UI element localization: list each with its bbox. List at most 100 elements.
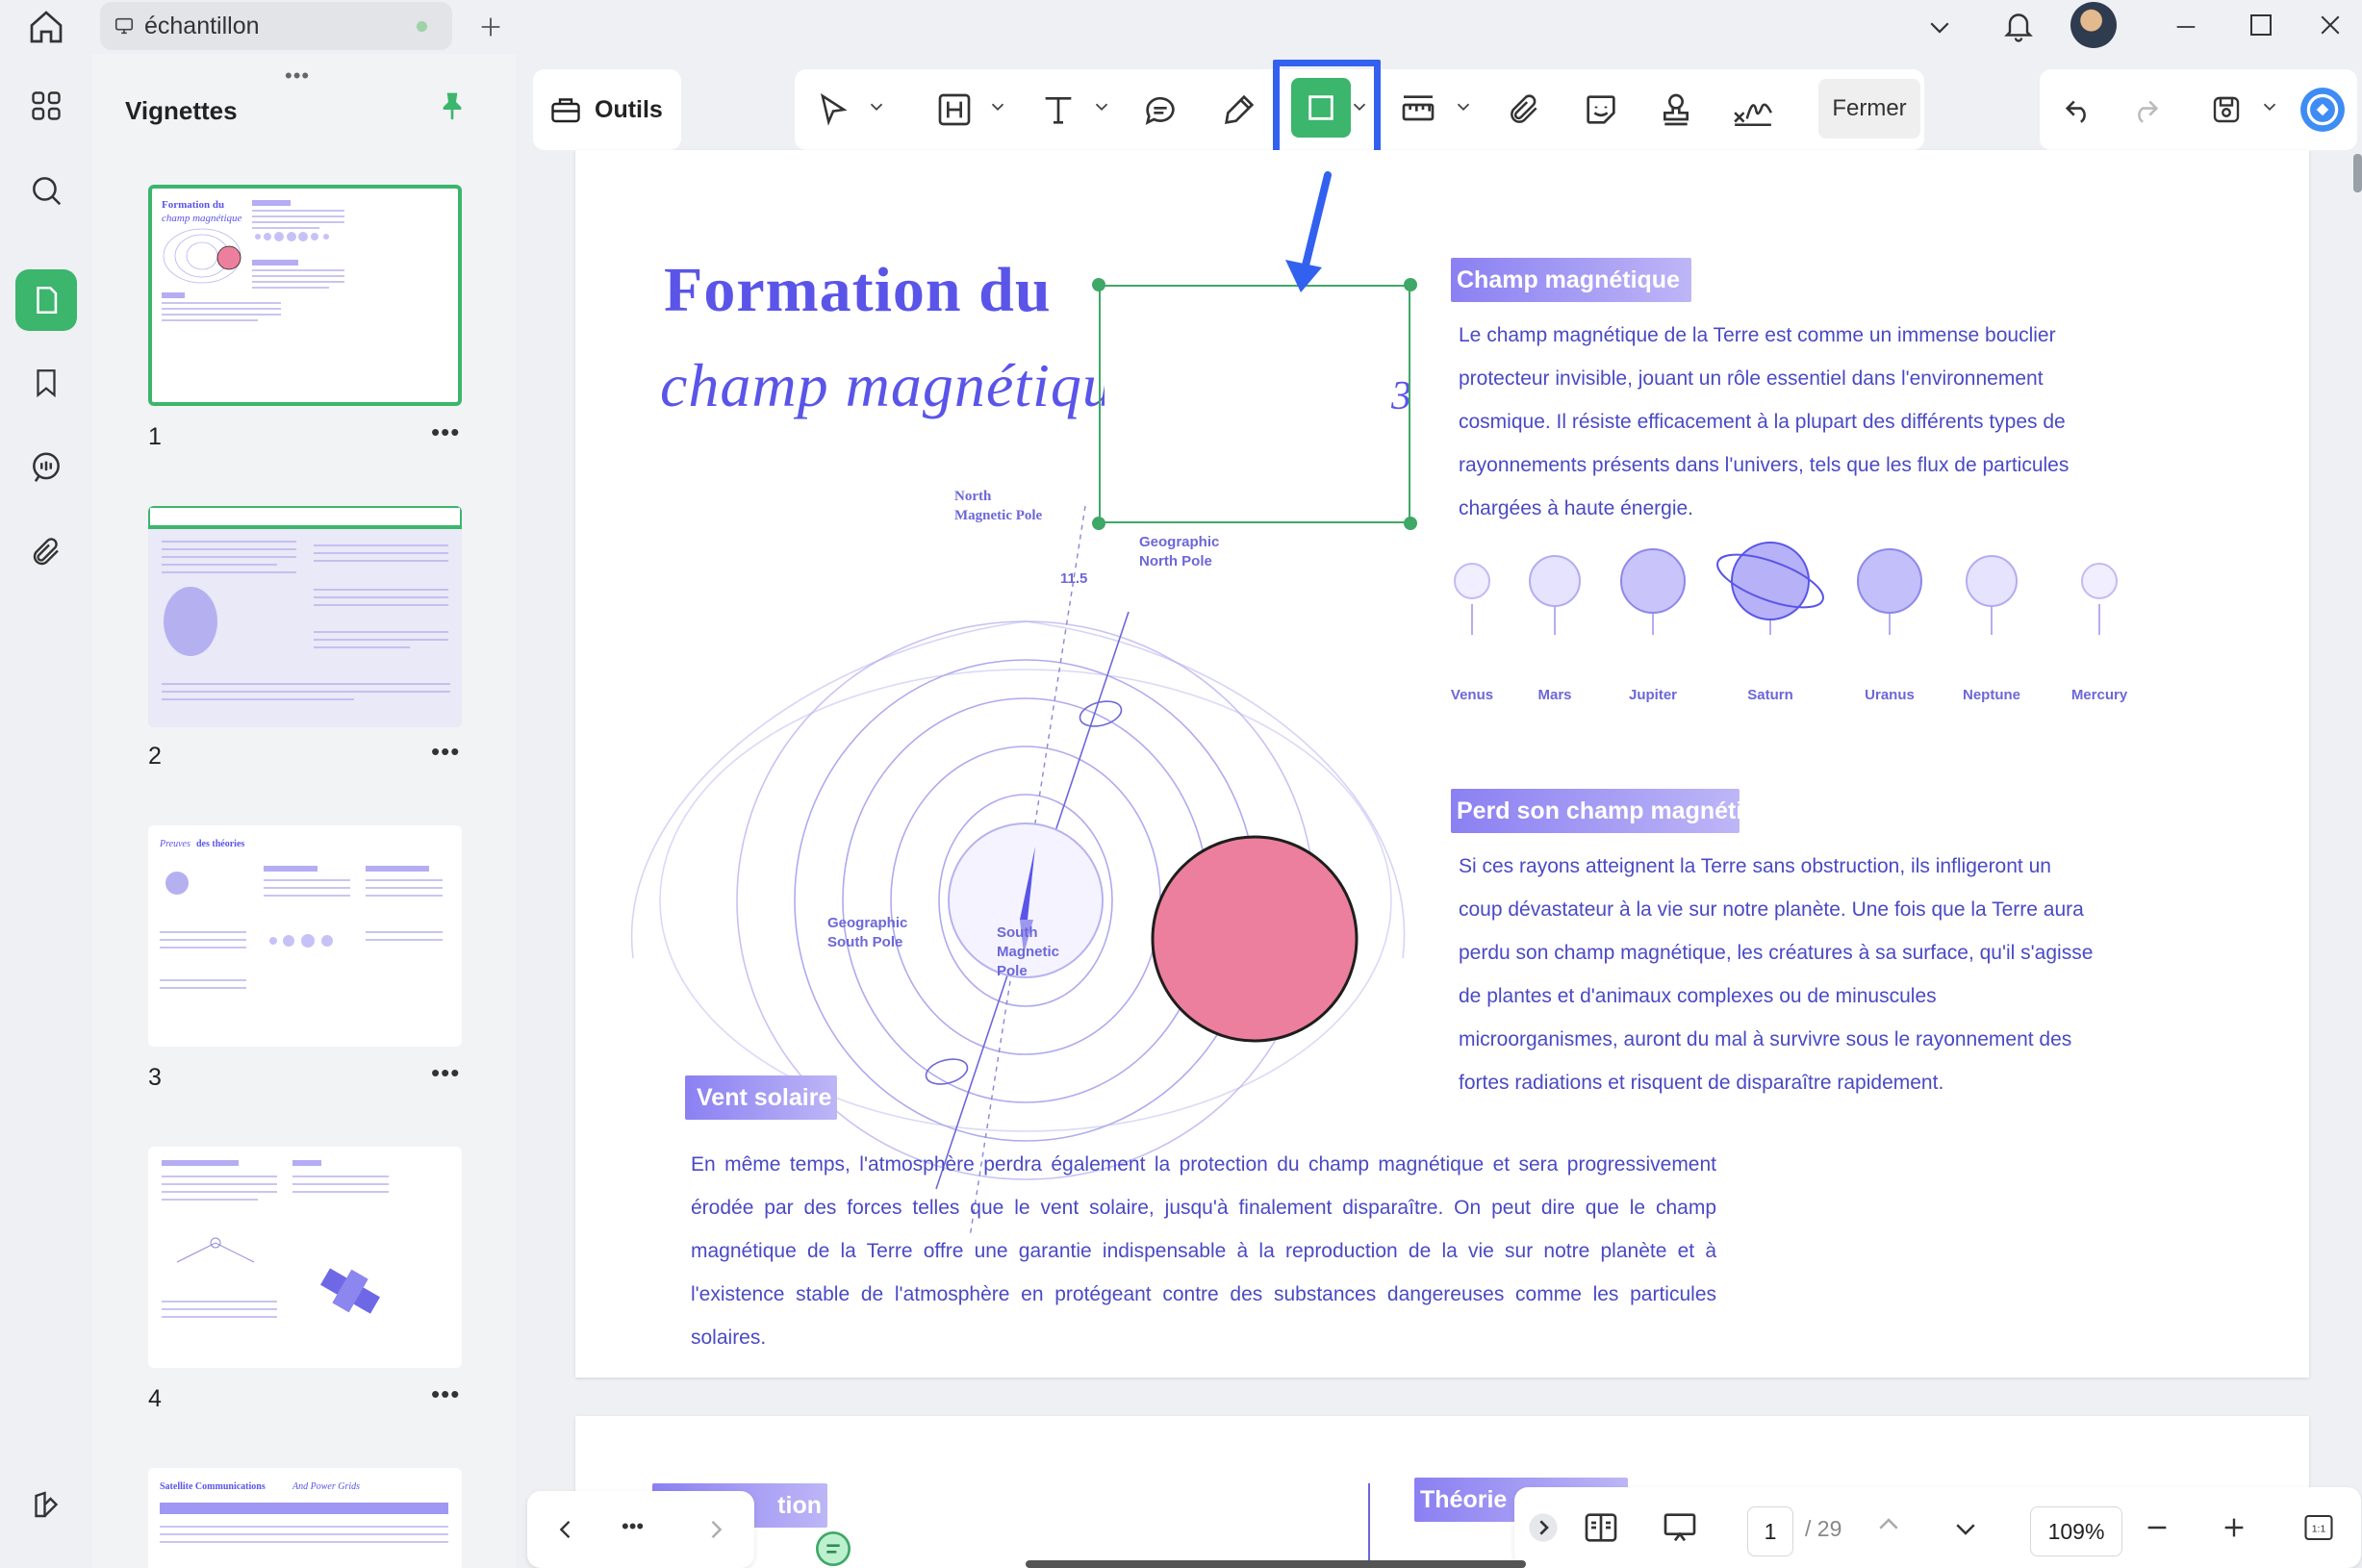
- select-cursor-icon[interactable]: [804, 81, 862, 139]
- comment-marker-icon[interactable]: [814, 1530, 852, 1568]
- document-title-line2: champ magnétique: [660, 351, 1143, 419]
- bookmark-icon[interactable]: [15, 352, 77, 414]
- signature-icon[interactable]: [1724, 81, 1782, 139]
- thumbnail-more-icon[interactable]: •••: [431, 737, 460, 767]
- two-page-view-icon[interactable]: [1582, 1508, 1620, 1547]
- actual-size-icon[interactable]: 1:1: [2301, 1510, 2336, 1545]
- thumbnail-more-icon[interactable]: •••: [431, 1379, 460, 1409]
- thumbnail-page-number: 1: [148, 423, 162, 450]
- chevron-right-icon[interactable]: [702, 1516, 729, 1543]
- total-pages-label: / 29: [1805, 1516, 1842, 1541]
- svg-text:Formation du: Formation du: [162, 199, 224, 211]
- vertical-scrollbar[interactable]: [2353, 154, 2362, 192]
- pin-icon[interactable]: [437, 89, 468, 128]
- collapse-arrow-icon[interactable]: [1528, 1512, 1559, 1543]
- minimize-icon[interactable]: [2165, 6, 2207, 48]
- comment-note-icon[interactable]: [1131, 81, 1189, 139]
- thumbnail-page-number: 2: [148, 743, 162, 770]
- zoom-level-input[interactable]: 109%: [2030, 1506, 2122, 1556]
- timeline-divider: [1368, 1483, 1370, 1568]
- theme-toggle-icon[interactable]: [15, 1474, 77, 1535]
- document-tab[interactable]: échantillon: [100, 2, 452, 50]
- resize-handle[interactable]: [1404, 278, 1417, 291]
- planets-chart: [1454, 542, 2118, 635]
- chevron-left-icon[interactable]: [552, 1516, 579, 1543]
- maximize-icon[interactable]: [2240, 4, 2282, 46]
- measure-ruler-icon[interactable]: [1389, 81, 1447, 139]
- svg-text:Preuves: Preuves: [159, 839, 190, 849]
- page-thumbnail-2[interactable]: [148, 506, 462, 727]
- chevron-down-icon[interactable]: [2259, 96, 2280, 117]
- thumbnails-page-icon[interactable]: [15, 269, 77, 331]
- zoom-in-icon[interactable]: [2219, 1512, 2249, 1543]
- resize-handle[interactable]: [1092, 278, 1105, 291]
- chevron-down-icon[interactable]: [1918, 6, 1961, 48]
- page-thumbnail-3[interactable]: Preuves des théories: [148, 825, 462, 1047]
- user-avatar[interactable]: [2070, 2, 2117, 48]
- unsaved-dot: [417, 21, 427, 32]
- paperclip-icon[interactable]: [1495, 81, 1553, 139]
- monitor-icon: [114, 17, 134, 35]
- current-page-input[interactable]: 1: [1747, 1506, 1793, 1556]
- notification-bell-icon[interactable]: [1995, 2, 2042, 48]
- angle-label: 11.5: [1060, 570, 1088, 587]
- document-title-line1: Formation du: [664, 255, 1052, 325]
- new-tab-plus-icon[interactable]: [470, 6, 512, 48]
- planet-label: Jupiter: [1628, 687, 1677, 703]
- undo-icon[interactable]: [2049, 81, 2107, 139]
- resize-handle[interactable]: [1404, 517, 1417, 530]
- stamp-icon[interactable]: [1647, 81, 1705, 139]
- chevron-down-icon[interactable]: [1091, 96, 1112, 117]
- nav-more-icon[interactable]: •••: [622, 1514, 644, 1539]
- chevron-down-icon[interactable]: [987, 96, 1008, 117]
- rectangle-icon: [1308, 95, 1333, 120]
- page-thumbnail-4[interactable]: [148, 1147, 462, 1368]
- callout-arrow: [1285, 171, 1332, 292]
- ai-assistant-icon[interactable]: [2294, 81, 2351, 139]
- grid-apps-icon[interactable]: [15, 75, 77, 137]
- zoom-out-icon[interactable]: [2142, 1512, 2172, 1543]
- redo-icon[interactable]: [2117, 81, 2174, 139]
- presentation-icon[interactable]: [1659, 1508, 1701, 1547]
- resize-handle[interactable]: [1092, 517, 1105, 530]
- page-thumbnail-1[interactable]: Formation du champ magnétique: [148, 185, 462, 406]
- page-thumbnail-5[interactable]: Satellite Communications And Power Grids: [148, 1468, 462, 1568]
- thumbnail-more-icon[interactable]: •••: [431, 1058, 460, 1088]
- section-heading-vent: Vent solaire: [685, 1075, 837, 1120]
- search-icon[interactable]: [15, 160, 77, 221]
- close-tools-button[interactable]: Fermer: [1818, 79, 1920, 139]
- document-page-1[interactable]: Formation du champ magnétique 3 North Ma…: [575, 150, 2309, 1378]
- save-icon[interactable]: [2197, 81, 2255, 139]
- panel-resize-grip[interactable]: •••: [285, 63, 310, 89]
- planet-label: Mercury: [2070, 687, 2128, 703]
- svg-text:Satellite Communications: Satellite Communications: [160, 1481, 266, 1492]
- section-heading-champ: Champ magnétique: [1451, 258, 1691, 302]
- planet-label: Mars: [1537, 687, 1572, 703]
- pen-tool-icon[interactable]: [1210, 81, 1268, 139]
- sticker-icon[interactable]: [1572, 81, 1630, 139]
- comment-icon[interactable]: [15, 437, 77, 498]
- svg-text:des théories: des théories: [196, 839, 244, 849]
- first-page-icon[interactable]: [1874, 1510, 1903, 1539]
- highlight-text-icon[interactable]: [926, 81, 983, 139]
- thumbnail-page-number: 3: [148, 1064, 162, 1091]
- text-tool-icon[interactable]: [1029, 81, 1087, 139]
- chevron-down-icon[interactable]: [1453, 96, 1474, 117]
- chevron-down-icon[interactable]: [1349, 96, 1370, 117]
- left-rail: [0, 54, 92, 1568]
- section-heading-perd: Perd son champ magnétique: [1451, 789, 1740, 833]
- thumbnail-more-icon[interactable]: •••: [431, 417, 460, 447]
- close-window-icon[interactable]: [2309, 4, 2351, 46]
- home-icon[interactable]: [23, 4, 69, 50]
- chevron-down-icon[interactable]: [866, 96, 887, 117]
- north-magnetic-pole-label: North Magnetic Pole: [954, 489, 1043, 523]
- attachment-icon[interactable]: [15, 521, 77, 583]
- section-text-champ: Le champ magnétique de la Terre est comm…: [1459, 324, 2070, 519]
- thumbnails-panel: ••• Vignettes Formation du champ magnéti…: [92, 54, 516, 1568]
- view-controls-pill: 1:1: [1514, 1487, 2361, 1568]
- next-page-icon[interactable]: [1951, 1514, 1980, 1543]
- tools-button[interactable]: Outils: [533, 69, 681, 150]
- svg-text:And Power Grids: And Power Grids: [292, 1481, 360, 1492]
- title-bar: échantillon: [0, 0, 2362, 54]
- horizontal-scrollbar[interactable]: [1026, 1560, 1526, 1568]
